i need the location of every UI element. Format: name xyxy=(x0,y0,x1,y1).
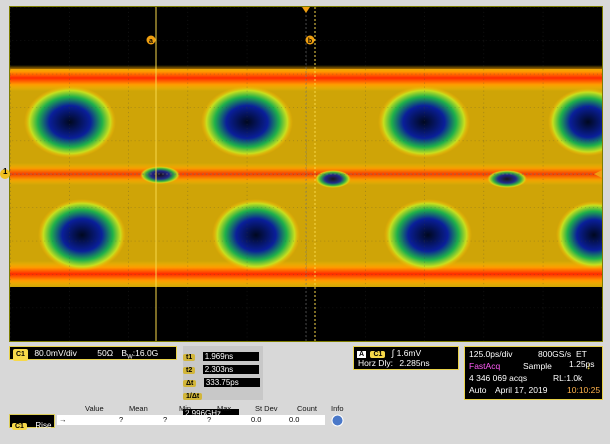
measurement-name: Rise xyxy=(35,421,52,430)
measurement-value: → xyxy=(57,415,117,425)
col-header-min: Min xyxy=(179,404,192,413)
run-mode: Auto xyxy=(469,385,487,395)
sample-rate: 800GS/s xyxy=(538,349,572,359)
col-header-max: Max xyxy=(217,404,232,413)
cursor-readout-panel: t1 1.969ns t2 2.303ns Δt 333.75ps 1/Δt 2… xyxy=(183,346,263,418)
rising-edge-icon: ∫ xyxy=(391,348,395,358)
et-label: ET xyxy=(576,349,587,359)
single-arrow-icon[interactable]: ↓ xyxy=(586,361,591,372)
eye-diagram-plot: a b xyxy=(10,7,602,341)
acq-mode: FastAcq xyxy=(469,361,501,371)
cursor-b-label: b xyxy=(308,38,312,45)
cursor-a-label: a xyxy=(149,38,153,45)
cursor-readout-row[interactable]: t2 2.303ns xyxy=(183,359,259,374)
measurement-min: ? xyxy=(161,415,205,425)
acqs-count: 4 346 069 acqs xyxy=(469,373,528,383)
channel-1-panel[interactable]: C1 80.0mV/div 50Ω BW:16.0G xyxy=(9,346,177,361)
col-header-count: Count xyxy=(297,404,318,413)
trigger-level: 1.6mV xyxy=(396,348,422,358)
measurement-row[interactable]: C1 Rise → ? ? ? 0.0 0.0 xyxy=(9,414,349,430)
channel-tag: C1 xyxy=(13,349,28,361)
waveform-display[interactable]: a b xyxy=(9,6,603,342)
trigger-panel[interactable]: A C1 ∫ 1.6mV Horz Dly: 2.285ns xyxy=(353,346,459,370)
measurement-max: ? xyxy=(205,415,249,425)
trigger-mode-tag: A xyxy=(357,351,367,358)
measurement-stdev: 0.0 xyxy=(249,415,287,425)
acq-date: April 17, 2019 xyxy=(495,385,548,395)
col-header-info: Info xyxy=(331,404,344,413)
vertical-scale: 80.0mV/div xyxy=(34,348,77,358)
horz-delay-label: Horz Dly: xyxy=(358,358,393,368)
record-length: RL:1.0k xyxy=(553,373,583,383)
acq-sample: Sample xyxy=(523,361,552,371)
measurement-mean: ? xyxy=(117,415,161,425)
acquisition-panel[interactable]: 125.0ps/div 800GS/s ET 1.25ps FastAcq Sa… xyxy=(464,346,603,400)
bandwidth: BW:16.0G xyxy=(121,348,159,361)
measurement-channel-tag: C1 xyxy=(12,423,27,430)
oscilloscope-window: a b 1 C1 80.0mV/div 50Ω BW:16.0G t1 1.96… xyxy=(0,0,610,444)
cursor-readout-row[interactable]: t1 1.969ns xyxy=(183,346,259,361)
col-header-stdev: St Dev xyxy=(255,404,278,413)
measurement-table: Value Mean Min Max St Dev Count Info C1 … xyxy=(9,404,349,434)
channel-1-marker[interactable]: 1 xyxy=(0,167,12,179)
horz-delay-value: 2.285ns xyxy=(399,358,430,368)
acq-time: 10:10:25 xyxy=(567,385,601,395)
cursor-readout-row[interactable]: Δt 333.75ps xyxy=(183,372,260,387)
col-header-value: Value xyxy=(85,404,104,413)
measurement-count: 0.0 xyxy=(287,415,325,425)
channel-1-marker-label: 1 xyxy=(3,167,8,176)
impedance: 50Ω xyxy=(97,348,114,358)
cursor-readout-row[interactable]: 1/Δt 2.996GHz xyxy=(183,385,263,418)
info-icon[interactable] xyxy=(331,414,344,427)
timebase: 125.0ps/div xyxy=(469,349,513,359)
trigger-channel-tag: C1 xyxy=(370,351,386,358)
col-header-mean: Mean xyxy=(129,404,148,413)
